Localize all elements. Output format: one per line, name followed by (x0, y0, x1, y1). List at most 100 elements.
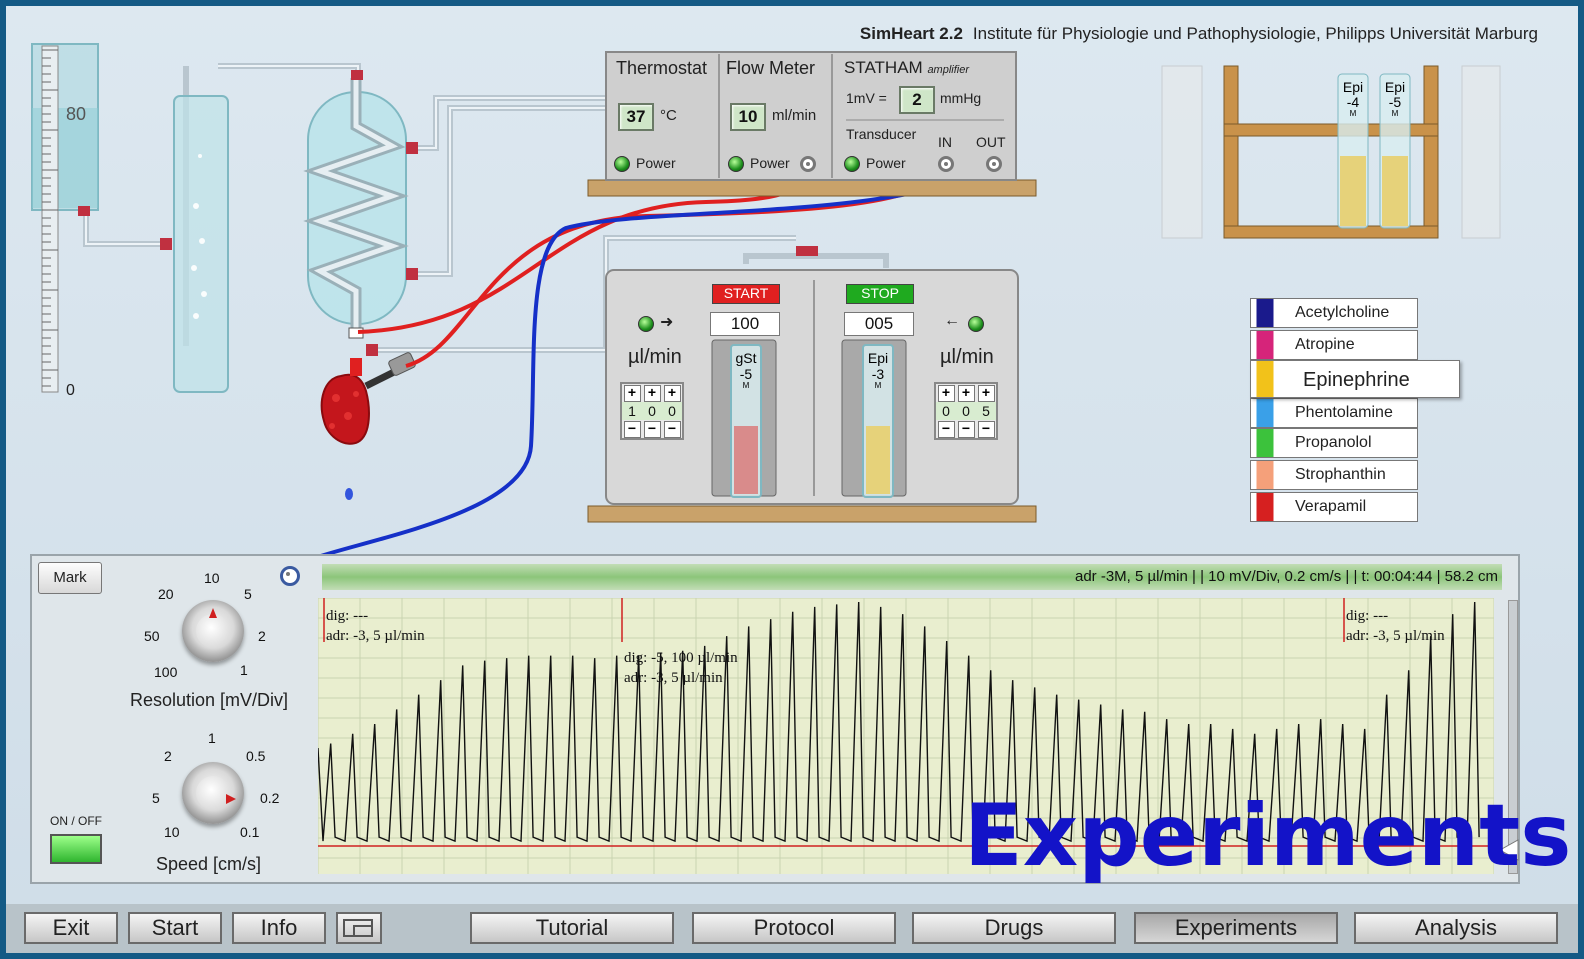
resolution-tick-1: 1 (240, 662, 248, 678)
pump-right-rate: 005 (844, 312, 914, 336)
drugs-button[interactable]: Drugs (912, 912, 1116, 944)
pump-right-minus-1[interactable]: − (937, 421, 955, 438)
pump-left-digit-2: 0 (648, 403, 656, 419)
speed-tick-1: 1 (208, 730, 216, 746)
drug-color-swatch (1251, 299, 1279, 327)
drug-item-strophanthin[interactable]: Strophanthin (1250, 460, 1418, 490)
pump-right-tube: Epi -3 M (862, 344, 894, 498)
flow-meter-jack[interactable] (800, 156, 816, 172)
recorder-input-jack[interactable] (280, 566, 300, 586)
pump-left-plus-1[interactable]: + (623, 385, 641, 402)
pump-left-minus-1[interactable]: − (623, 421, 641, 438)
pump-left-minus-2[interactable]: − (643, 421, 661, 438)
pump-stop-button[interactable]: STOP (846, 284, 914, 304)
pump-right-plus-2[interactable]: + (957, 385, 975, 402)
pump-left-plus-3[interactable]: + (663, 385, 681, 402)
drug-item-acetylcholine[interactable]: Acetylcholine (1250, 298, 1418, 328)
annotation-2: dig: -5, 100 µl/min adr: -3, 5 µl/min (624, 648, 738, 688)
rack-tube-1-unit: M (1349, 109, 1357, 118)
pump-right-liquid (866, 426, 890, 494)
rack-tube-2-drug: Epi (1384, 79, 1406, 95)
amplifier-name: STATHAM (844, 58, 923, 77)
flow-meter-power-led[interactable] (728, 156, 744, 172)
arrow-right-icon[interactable]: ➜ (660, 312, 673, 332)
drug-item-atropine[interactable]: Atropine (1250, 330, 1418, 360)
pump-left-liquid (734, 426, 758, 494)
transducer-out-label: OUT (976, 134, 1006, 150)
rack-tube-2-label[interactable]: Epi -5 M (1380, 80, 1410, 118)
speed-knob-pointer (226, 794, 236, 804)
app-title: SimHeart 2.2 Institute für Physiologie un… (860, 24, 1538, 44)
speed-tick-0-2: 0.2 (260, 790, 280, 806)
analysis-button[interactable]: Analysis (1354, 912, 1558, 944)
app-name: SimHeart 2.2 (859, 24, 963, 43)
annotation-2-adr: adr: -3, 5 µl/min (624, 670, 723, 686)
pump-right-digit-2: 0 (962, 403, 970, 419)
drug-item-propanolol[interactable]: Propanolol (1250, 428, 1418, 458)
transducer-in-label: IN (938, 134, 952, 150)
rack-tube-2-conc: -5 (1388, 94, 1402, 110)
heart-icon (320, 373, 370, 445)
amplifier-display: 2 (899, 86, 935, 114)
pump-left-plus-2[interactable]: + (643, 385, 661, 402)
drug-item-label: Propanolol (1295, 434, 1372, 451)
tutorial-button[interactable]: Tutorial (470, 912, 674, 944)
speed-tick-2: 2 (164, 748, 172, 764)
resolution-tick-5: 5 (244, 586, 252, 602)
pump-right-tube-unit: M (874, 381, 882, 390)
pump-left-tube-drug: gSt (735, 350, 757, 366)
amplifier-title: STATHAM amplifier (844, 58, 969, 78)
protocol-button[interactable]: Protocol (692, 912, 896, 944)
pump-left-tube-unit: M (742, 381, 750, 390)
pump-left-stepper: + + + 100 − − − (620, 382, 684, 440)
flow-meter-unit: ml/min (772, 107, 817, 124)
annotation-3: dig: --- adr: -3, 5 µl/min (1346, 606, 1445, 646)
thermostat-unit: °C (660, 107, 677, 124)
amplifier-power-led[interactable] (844, 156, 860, 172)
pump-right-plus-3[interactable]: + (977, 385, 995, 402)
resolution-label: Resolution [mV/Div] (130, 690, 289, 710)
pump-right-minus-2[interactable]: − (957, 421, 975, 438)
drug-item-phentolamine[interactable]: Phentolamine (1250, 398, 1418, 428)
drug-color-swatch (1251, 493, 1279, 521)
pump-right-led[interactable] (968, 316, 984, 332)
drug-item-epinephrine[interactable]: Epinephrine (1250, 360, 1460, 398)
transducer-out-jack[interactable] (986, 156, 1002, 172)
drug-item-label: Strophanthin (1295, 466, 1386, 483)
pump-right-plus-1[interactable]: + (937, 385, 955, 402)
experiments-overlay-title: Experiments (964, 786, 1572, 886)
exit-button[interactable]: Exit (24, 912, 118, 944)
drug-item-verapamil[interactable]: Verapamil (1250, 492, 1418, 522)
transducer-in-jack[interactable] (938, 156, 954, 172)
pump-left-led[interactable] (638, 316, 654, 332)
annotation-1-dig: dig: --- (326, 608, 369, 624)
resolution-tick-20: 20 (158, 586, 174, 602)
transducer-label: Transducer (846, 126, 917, 142)
institute-name: Institute für Physiologie und Pathophysi… (972, 24, 1538, 43)
drug-item-label: Atropine (1295, 336, 1355, 353)
pump-left-rate: 100 (710, 312, 780, 336)
amplifier-scale-prefix: 1mV = (846, 90, 887, 106)
experiments-button[interactable]: Experiments (1134, 912, 1338, 944)
mark-button[interactable]: Mark (38, 562, 102, 594)
pump-left-tube-label: gSt -5 M (732, 350, 760, 390)
arrow-left-icon[interactable]: ← (944, 312, 960, 330)
rack-tube-2-unit: M (1391, 109, 1399, 118)
rack-tube-1-label[interactable]: Epi -4 M (1338, 80, 1368, 118)
pump-left-minus-3[interactable]: − (663, 421, 681, 438)
thermostat-display: 37 (618, 103, 654, 131)
drug-color-swatch (1251, 461, 1279, 489)
pump-right-minus-3[interactable]: − (977, 421, 995, 438)
drug-color-swatch (1251, 361, 1279, 397)
info-button[interactable]: Info (232, 912, 326, 944)
amplifier-power-label: Power (866, 155, 906, 171)
annotation-3-dig: dig: --- (1346, 608, 1389, 624)
pump-left-unit: µl/min (628, 346, 682, 368)
amplifier-subtitle: amplifier (927, 64, 970, 76)
thermostat-power-led[interactable] (614, 156, 630, 172)
window-mode-button[interactable] (336, 912, 382, 944)
pump-start-button[interactable]: START (712, 284, 780, 304)
flow-meter-display: 10 (730, 103, 766, 131)
start-button[interactable]: Start (128, 912, 222, 944)
onoff-switch[interactable] (50, 834, 102, 864)
